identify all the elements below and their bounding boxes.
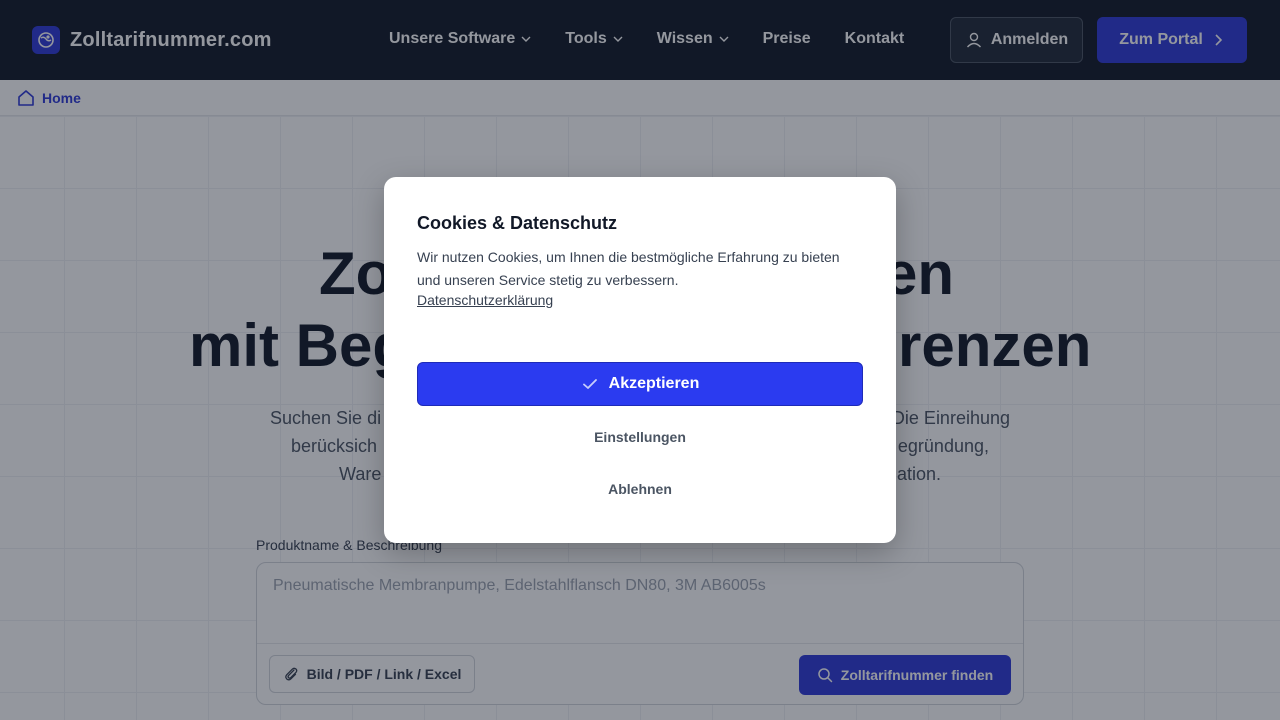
cookie-dialog-text: Wir nutzen Cookies, um Ihnen die bestmög… (417, 249, 840, 288)
decline-cookies-button[interactable]: Ablehnen (417, 477, 863, 501)
cookie-dialog-title: Cookies & Datenschutz (417, 213, 618, 233)
cookie-consent-dialog: Cookies & Datenschutz Wir nutzen Cookies… (384, 177, 896, 543)
accept-label: Akzeptieren (608, 375, 700, 392)
cookie-settings-button[interactable]: Einstellungen (417, 425, 863, 449)
accept-cookies-button[interactable]: Akzeptieren (417, 362, 863, 406)
check-icon (582, 379, 597, 389)
privacy-policy-link[interactable]: Datenschutzerklärung (417, 292, 553, 308)
